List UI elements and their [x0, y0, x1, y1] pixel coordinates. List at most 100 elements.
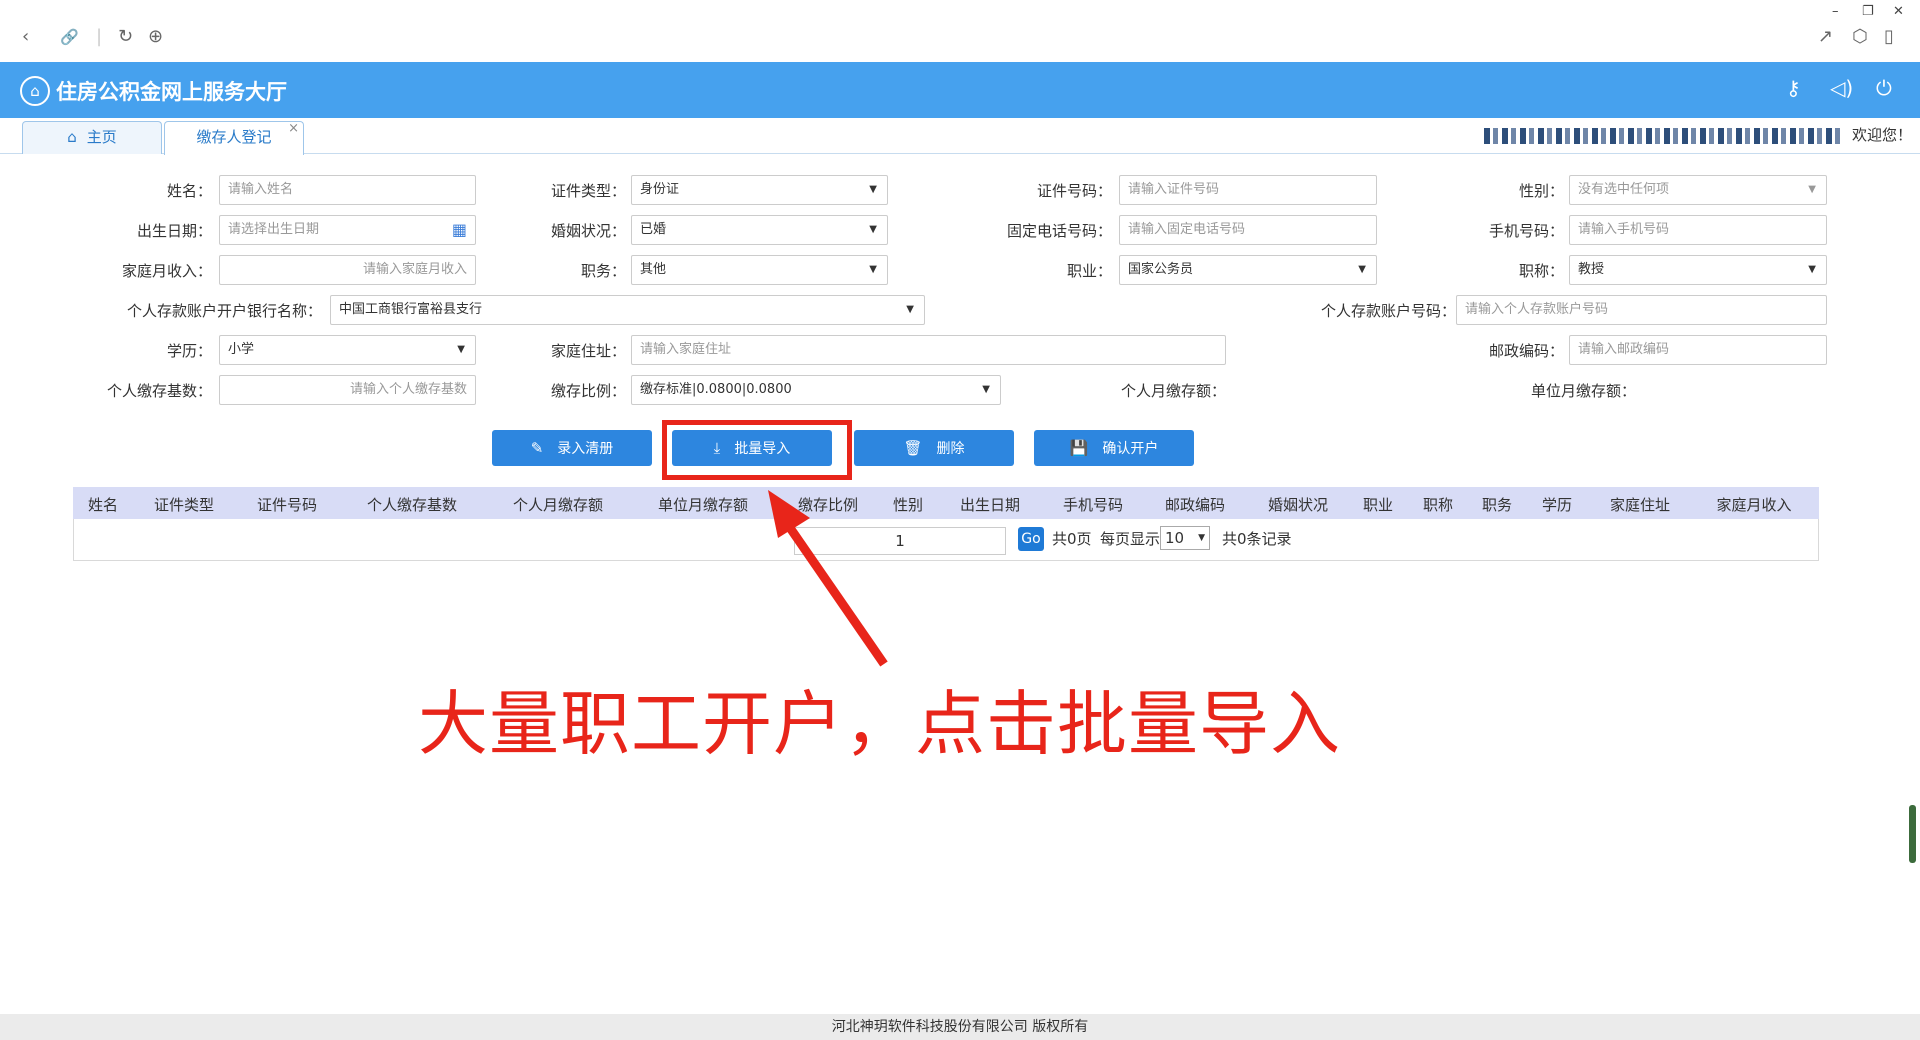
base-input[interactable]: 请输入个人缴存基数 [219, 375, 476, 405]
col-header: 个人月缴存额 [512, 496, 604, 514]
gender-label: 性别： [1518, 182, 1564, 200]
share-icon[interactable]: ↗ [1818, 28, 1833, 46]
education-label: 学历： [166, 342, 212, 360]
total-pages: 共0页 [1052, 530, 1092, 548]
annotation-arrow-icon [768, 490, 888, 667]
tab-close-icon[interactable]: × [288, 113, 299, 144]
link-icon[interactable]: 🔗 [60, 28, 79, 46]
marital-label: 婚姻状况： [550, 222, 626, 240]
home-icon: ⌂ [67, 128, 77, 146]
bank-name-value: 中国工商银行富裕县支行 [339, 302, 483, 317]
power-icon[interactable]: ⏻ [1876, 76, 1892, 100]
gender-value: 没有选中任何项 [1578, 182, 1670, 197]
bank-name-label: 个人存款账户开户银行名称： [126, 302, 322, 320]
landline-label: 固定电话号码： [1006, 222, 1112, 240]
welcome-text: 欢迎您！ [1852, 126, 1913, 144]
save-icon: 💾 [1069, 439, 1089, 457]
tab-depositor-registration[interactable]: 缴存人登记 × [164, 121, 304, 155]
postcode-input[interactable]: 请输入邮政编码 [1569, 335, 1827, 365]
annotation-highlight-box [662, 420, 852, 480]
col-header: 个人缴存基数 [366, 496, 458, 514]
id-number-label: 证件号码： [1036, 182, 1112, 200]
name-label: 姓名： [166, 182, 212, 200]
go-button[interactable]: Go [1018, 527, 1044, 551]
bank-name-select[interactable]: 中国工商银行富裕县支行 ▼ [330, 295, 925, 325]
confirm-open-button[interactable]: 💾 确认开户 [1034, 430, 1194, 466]
col-header: 手机号码 [1062, 496, 1124, 514]
user-info-redacted [1484, 128, 1844, 144]
id-type-value: 身份证 [640, 182, 680, 197]
postcode-label: 邮政编码： [1488, 342, 1564, 360]
delete-button[interactable]: 🗑 删除 [854, 430, 1014, 466]
per-page-select[interactable]: 10 ▼ [1160, 526, 1210, 550]
app-title: 住房公积金网上服务大厅 [56, 80, 287, 104]
unit-monthly-label: 单位月缴存额： [1530, 382, 1636, 400]
restore-icon[interactable]: ❐ [1862, 4, 1874, 19]
chevron-down-icon: ▼ [869, 224, 877, 235]
globe-icon[interactable]: ⊕ [148, 28, 163, 46]
address-label: 家庭住址： [550, 342, 626, 360]
home-logo-icon: ⌂ [20, 76, 50, 106]
family-income-input[interactable]: 请输入家庭月收入 [219, 255, 476, 285]
speaker-icon[interactable]: ◁) [1830, 76, 1853, 100]
delete-label: 删除 [936, 441, 965, 457]
minimize-icon[interactable]: – [1832, 4, 1839, 19]
scrollbar-thumb[interactable] [1909, 805, 1916, 863]
duty-value: 其他 [640, 262, 667, 277]
annotation-text: 大量职工开户，点击批量导入 [418, 683, 1341, 765]
ratio-value: 缴存标准|0.0800|0.0800 [640, 382, 792, 397]
family-income-label: 家庭月收入： [121, 262, 212, 280]
chevron-down-icon: ▼ [457, 344, 465, 355]
chevron-down-icon: ▼ [982, 384, 990, 395]
education-select[interactable]: 小学 ▼ [219, 335, 476, 365]
gender-select[interactable]: 没有选中任何项 ▼ [1569, 175, 1827, 205]
tab-home[interactable]: ⌂ 主页 [22, 121, 162, 154]
reload-icon[interactable]: ↻ [118, 28, 133, 46]
col-header: 邮政编码 [1164, 496, 1226, 514]
tab-label: 缴存人登记 [196, 128, 272, 146]
chevron-down-icon: ▼ [906, 304, 914, 315]
chevron-down-icon: ▼ [1358, 264, 1366, 275]
duty-select[interactable]: 其他 ▼ [631, 255, 888, 285]
account-no-input[interactable]: 请输入个人存款账户号码 [1456, 295, 1827, 325]
key-icon[interactable]: ⚷ [1786, 76, 1801, 100]
duty-label: 职务： [580, 262, 626, 280]
table-header: 姓名 证件类型 证件号码 个人缴存基数 个人月缴存额 单位月缴存额 缴存比例 性… [73, 487, 1819, 519]
occupation-select[interactable]: 国家公务员 ▼ [1119, 255, 1377, 285]
id-type-select[interactable]: 身份证 ▼ [631, 175, 888, 205]
birth-date-input[interactable]: 请选择出生日期 ▦ [219, 215, 476, 245]
chevron-down-icon: ▼ [869, 264, 877, 275]
back-icon[interactable]: ‹ [22, 28, 29, 46]
birth-date-placeholder: 请选择出生日期 [228, 222, 320, 237]
name-input[interactable]: 请输入姓名 [219, 175, 476, 205]
confirm-open-label: 确认开户 [1102, 441, 1159, 457]
box-icon[interactable]: ⬡ [1852, 28, 1868, 46]
birth-date-label: 出生日期： [136, 222, 212, 240]
calendar-icon[interactable]: ▦ [452, 216, 467, 244]
enter-list-label: 录入清册 [557, 441, 614, 457]
col-header: 家庭月收入 [1716, 496, 1792, 514]
col-header: 证件类型 [153, 496, 215, 514]
address-input[interactable]: 请输入家庭住址 [631, 335, 1226, 365]
col-header: 出生日期 [959, 496, 1021, 514]
col-header: 职称 [1422, 496, 1454, 514]
title-label: 职称： [1518, 262, 1564, 280]
ratio-select[interactable]: 缴存标准|0.0800|0.0800 ▼ [631, 375, 1001, 405]
occupation-label: 职业： [1066, 262, 1112, 280]
mobile-input[interactable]: 请输入手机号码 [1569, 215, 1827, 245]
enter-list-button[interactable]: ✎ 录入清册 [492, 430, 652, 466]
app-header: ⌂ 住房公积金网上服务大厅 ⚷ ◁) ⏻ [0, 62, 1920, 118]
edit-check-icon: ✎ [530, 439, 544, 457]
phone-icon[interactable]: ▯ [1884, 28, 1894, 46]
id-type-label: 证件类型： [550, 182, 626, 200]
marital-select[interactable]: 已婚 ▼ [631, 215, 888, 245]
col-header: 婚姻状况 [1267, 496, 1329, 514]
ratio-label: 缴存比例： [550, 382, 626, 400]
close-window-icon[interactable]: ✕ [1893, 4, 1904, 19]
title-select[interactable]: 教授 ▼ [1569, 255, 1827, 285]
education-value: 小学 [228, 342, 255, 357]
col-header: 职务 [1481, 496, 1513, 514]
id-number-input[interactable]: 请输入证件号码 [1119, 175, 1377, 205]
landline-input[interactable]: 请输入固定电话号码 [1119, 215, 1377, 245]
chevron-down-icon: ▼ [1198, 533, 1205, 543]
